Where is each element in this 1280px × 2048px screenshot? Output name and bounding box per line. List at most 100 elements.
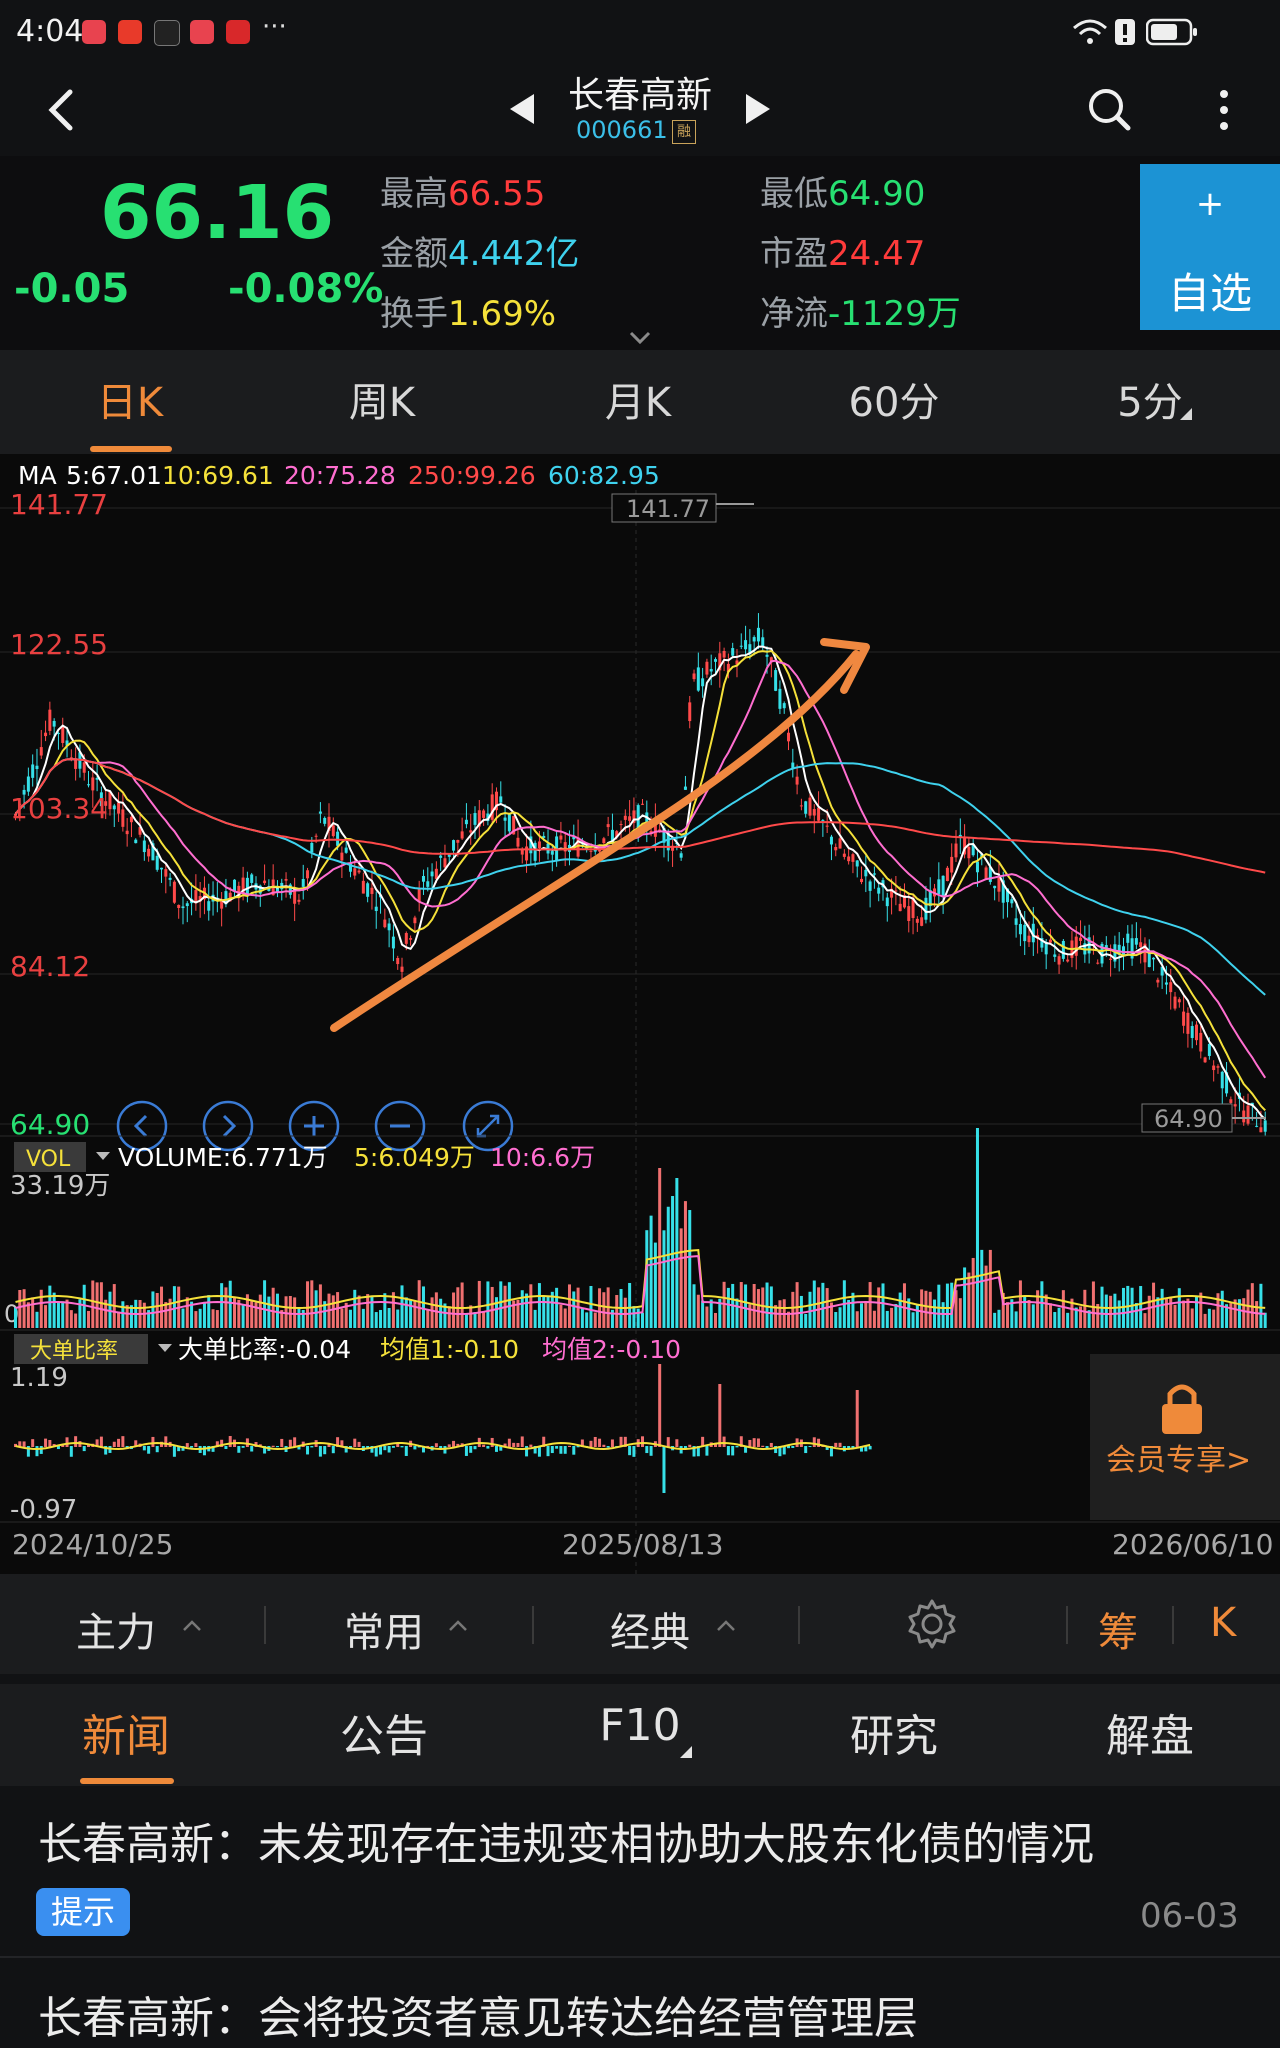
ratio-axis-label: 1.19 bbox=[10, 1363, 68, 1393]
stat-turnover: 换手1.69% bbox=[380, 286, 556, 335]
candle-body bbox=[1096, 962, 1100, 964]
ratio-bar bbox=[404, 1446, 408, 1456]
candle-body bbox=[460, 831, 464, 839]
ratio-bar bbox=[718, 1384, 722, 1447]
candle-body bbox=[778, 688, 782, 709]
volume-bar bbox=[855, 1311, 859, 1328]
search-icon[interactable] bbox=[1086, 86, 1132, 132]
volume-bar bbox=[1177, 1288, 1181, 1328]
candle-body bbox=[409, 938, 413, 940]
volume-bar bbox=[688, 1210, 692, 1328]
candle-body bbox=[744, 640, 748, 650]
candle-body bbox=[817, 807, 821, 821]
date-axis: 2024/10/25 2025/08/13 2026/06/10 bbox=[0, 1521, 1280, 1561]
expand-quote-icon[interactable] bbox=[628, 330, 652, 346]
tab-analysis[interactable]: 解盘 bbox=[1050, 1700, 1250, 1764]
candle-body bbox=[821, 820, 825, 822]
ratio-bar bbox=[804, 1446, 808, 1454]
ratio-bar bbox=[237, 1446, 241, 1453]
volume-bar bbox=[701, 1300, 705, 1328]
volume-bar bbox=[1113, 1293, 1117, 1328]
candle-body bbox=[1182, 1011, 1186, 1026]
volume-bar bbox=[636, 1308, 640, 1328]
ma-line bbox=[14, 645, 1266, 1121]
ratio-tag: 大单比率 bbox=[30, 1339, 118, 1364]
volume-bar bbox=[533, 1309, 537, 1328]
volume-bar bbox=[765, 1282, 769, 1328]
candle-body bbox=[91, 777, 95, 791]
ratio-bar bbox=[271, 1445, 275, 1447]
tab-60min[interactable]: 60分 bbox=[804, 370, 984, 428]
tab-f10[interactable]: F10 bbox=[540, 1700, 740, 1751]
ratio-bar bbox=[486, 1446, 490, 1449]
candle-body bbox=[421, 876, 425, 882]
ratio-bar bbox=[731, 1446, 735, 1456]
tab-daily-k[interactable]: 日K bbox=[40, 370, 220, 428]
tab-news[interactable]: 新闻 bbox=[26, 1700, 226, 1764]
chart-grid bbox=[0, 490, 1280, 1574]
volume-bar bbox=[22, 1289, 26, 1328]
volume-bar bbox=[460, 1282, 464, 1328]
ratio-bar bbox=[383, 1446, 387, 1451]
kline-chart[interactable]: MA 5:67.01 10:69.61 20:75.28 250:99.26 60:82.… bbox=[0, 454, 1280, 1574]
volume-bar bbox=[1134, 1303, 1138, 1328]
volume-bar bbox=[254, 1302, 258, 1328]
candle-body bbox=[426, 881, 430, 887]
add-watchlist-button[interactable]: + 自选 bbox=[1140, 164, 1280, 330]
dropdown-icon bbox=[158, 1344, 172, 1352]
candle-body bbox=[1229, 1099, 1233, 1103]
tab-research[interactable]: 研究 bbox=[794, 1700, 994, 1764]
divider bbox=[532, 1606, 534, 1644]
price-axis-label: 141.77 bbox=[10, 488, 108, 521]
common-label: 常用 bbox=[344, 1610, 424, 1656]
ma-legend-item: MA bbox=[18, 461, 57, 490]
candle-body bbox=[692, 673, 696, 680]
next-stock-icon[interactable] bbox=[742, 92, 772, 126]
more-menu-icon[interactable] bbox=[1212, 88, 1236, 132]
volume-bar bbox=[310, 1280, 314, 1328]
tab-weekly-k[interactable]: 周K bbox=[292, 370, 472, 428]
volume-bar bbox=[1147, 1295, 1151, 1328]
candle-body bbox=[885, 897, 889, 907]
news-item[interactable]: 长春高新：未发现存在违规变相协助大股东化债的情况 提示 06-03 bbox=[0, 1786, 1280, 1956]
candle-body bbox=[443, 858, 447, 868]
volume-bar bbox=[941, 1302, 945, 1328]
common-button[interactable]: 常用 bbox=[344, 1600, 424, 1658]
ratio-bar bbox=[490, 1437, 494, 1447]
volume-bar bbox=[1143, 1313, 1147, 1328]
k-button[interactable]: K bbox=[1210, 1600, 1236, 1646]
ratio-bar bbox=[452, 1440, 456, 1447]
back-icon[interactable] bbox=[40, 86, 84, 134]
volume-bar bbox=[74, 1313, 78, 1328]
classic-button[interactable]: 经典 bbox=[610, 1600, 690, 1658]
volume-bar bbox=[1152, 1282, 1156, 1328]
ratio-bar bbox=[722, 1436, 726, 1447]
main-force-button[interactable]: 主力 bbox=[76, 1600, 156, 1658]
news-item[interactable]: 长春高新：会将投资者意见转达给经营管理层 bbox=[0, 1958, 1280, 2048]
volume-bar bbox=[851, 1292, 855, 1328]
volume-bar bbox=[679, 1228, 683, 1328]
price-axis-label: 103.34 bbox=[10, 792, 108, 825]
ratio-bar bbox=[74, 1436, 78, 1447]
ratio-bar bbox=[190, 1446, 194, 1448]
volume-bar bbox=[928, 1291, 932, 1328]
candle-body bbox=[1134, 938, 1138, 945]
candle-body bbox=[391, 936, 395, 949]
volume-bar bbox=[1091, 1281, 1095, 1328]
volume-bar bbox=[1212, 1309, 1216, 1328]
volume-bar bbox=[413, 1300, 417, 1328]
member-only-overlay[interactable]: 会员专享> bbox=[1090, 1354, 1280, 1520]
volume-bar bbox=[220, 1283, 224, 1328]
candle-body bbox=[1126, 933, 1130, 943]
tab-announcements[interactable]: 公告 bbox=[284, 1700, 484, 1764]
volume-bar bbox=[301, 1310, 305, 1328]
candle-body bbox=[155, 855, 159, 870]
tab-monthly-k[interactable]: 月K bbox=[548, 370, 728, 428]
stat-amount: 金额4.442亿 bbox=[380, 226, 579, 275]
ratio-bar bbox=[834, 1442, 838, 1447]
chip-distribution-button[interactable]: 筹 bbox=[1098, 1600, 1138, 1658]
volume-bar bbox=[494, 1297, 498, 1328]
settings-gear-icon[interactable] bbox=[906, 1598, 958, 1650]
tab-5min[interactable]: 5分 bbox=[1060, 370, 1240, 428]
ratio-bar bbox=[44, 1438, 48, 1447]
